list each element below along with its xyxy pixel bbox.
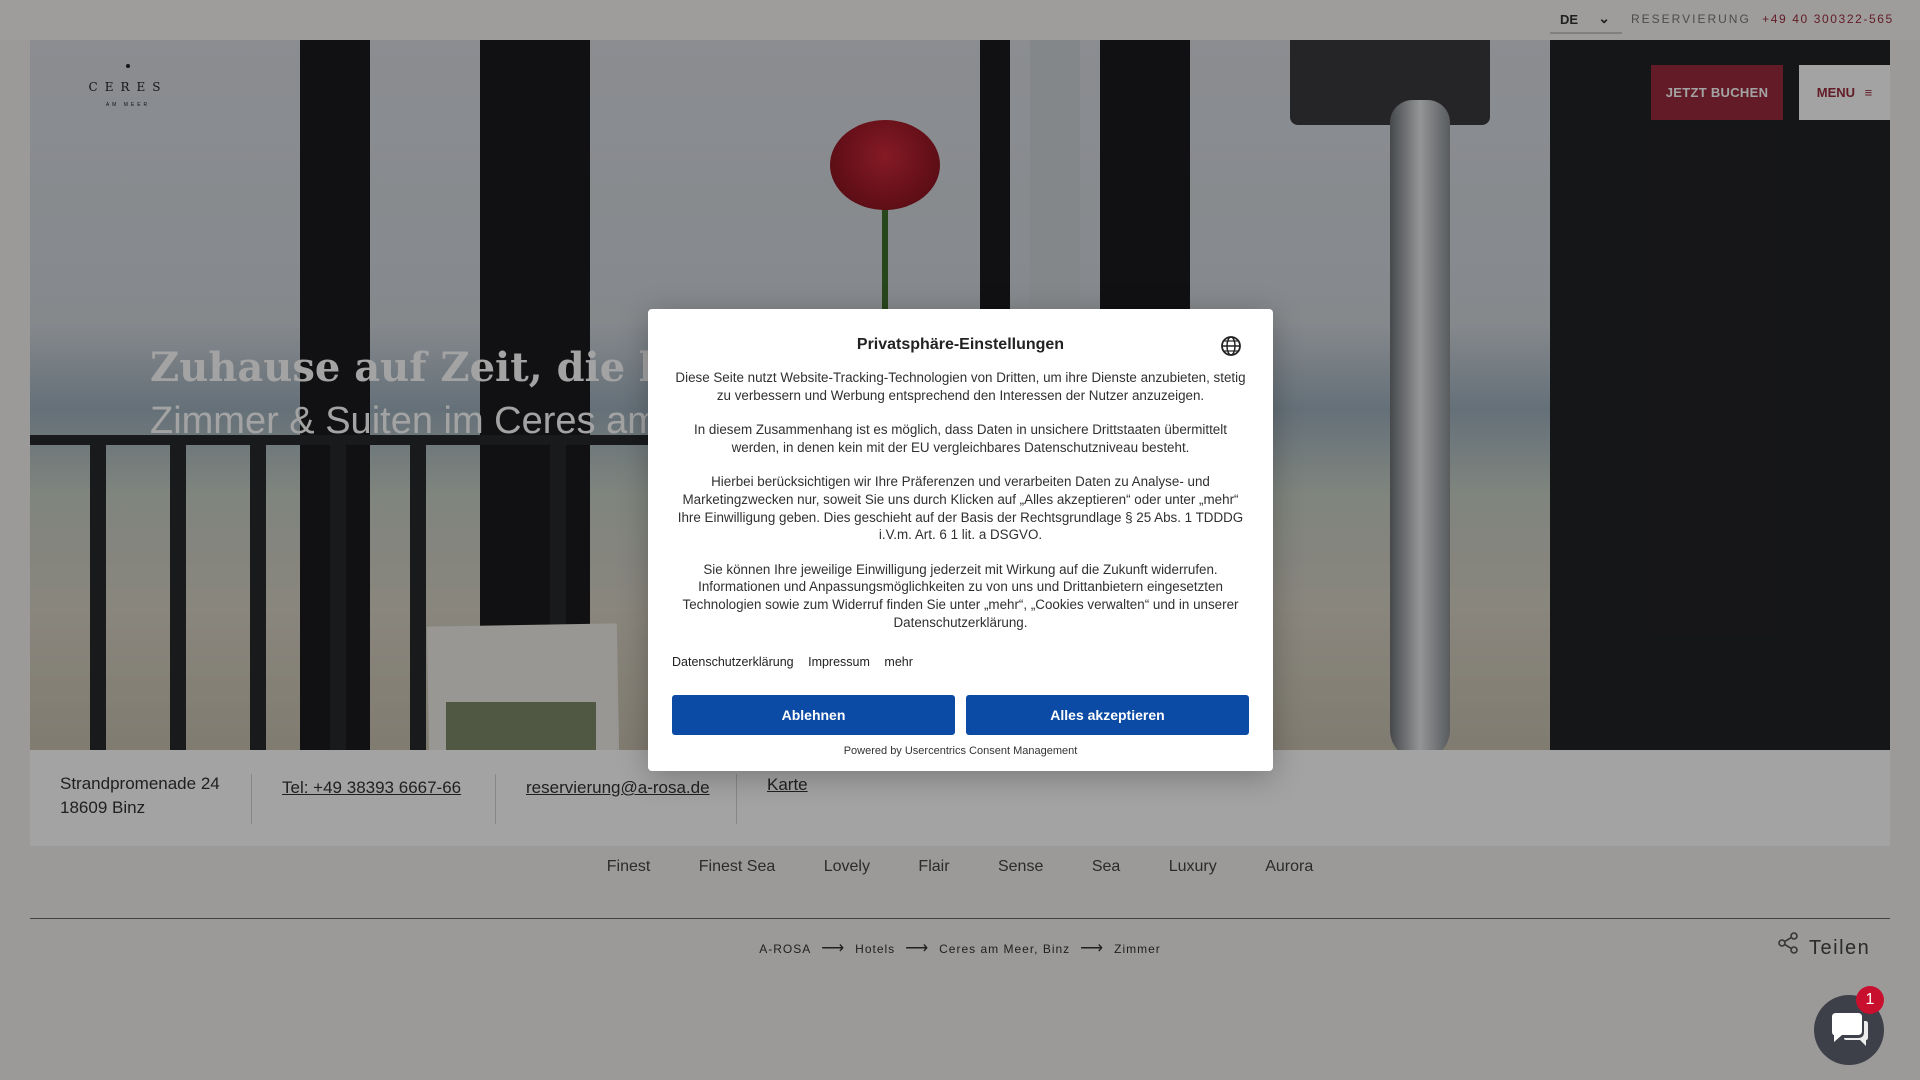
deny-button[interactable]: Ablehnen [672,695,955,735]
consent-paragraph: Hierbei berücksichtigen wir Ihre Präfere… [677,474,1244,543]
consent-paragraph: In diesem Zusammenhang ist es möglich, d… [694,422,1227,455]
consent-links: Datenschutzerklärung Impressum mehr [672,655,924,669]
chat-icon [1832,1013,1868,1046]
globe-icon[interactable] [1220,335,1242,362]
powered-by: Powered by Usercentrics Consent Manageme… [843,745,1078,757]
consent-dialog: Privatsphäre-Einstellungen Diese Seite n… [648,309,1273,771]
imprint-link[interactable]: Impressum [808,655,870,669]
consent-paragraph: Sie können Ihre jeweilige Einwilligung j… [682,561,1239,630]
accept-all-button[interactable]: Alles akzeptieren [966,695,1249,735]
consent-text: Diese Seite nutzt Website-Tracking-Techn… [672,369,1249,648]
privacy-policy-link[interactable]: Datenschutzerklärung [672,655,794,669]
consent-title: Privatsphäre-Einstellungen [856,336,1065,353]
notification-badge: 1 [1856,986,1884,1014]
more-link[interactable]: mehr [884,655,912,669]
consent-paragraph: Diese Seite nutzt Website-Tracking-Techn… [675,370,1246,403]
